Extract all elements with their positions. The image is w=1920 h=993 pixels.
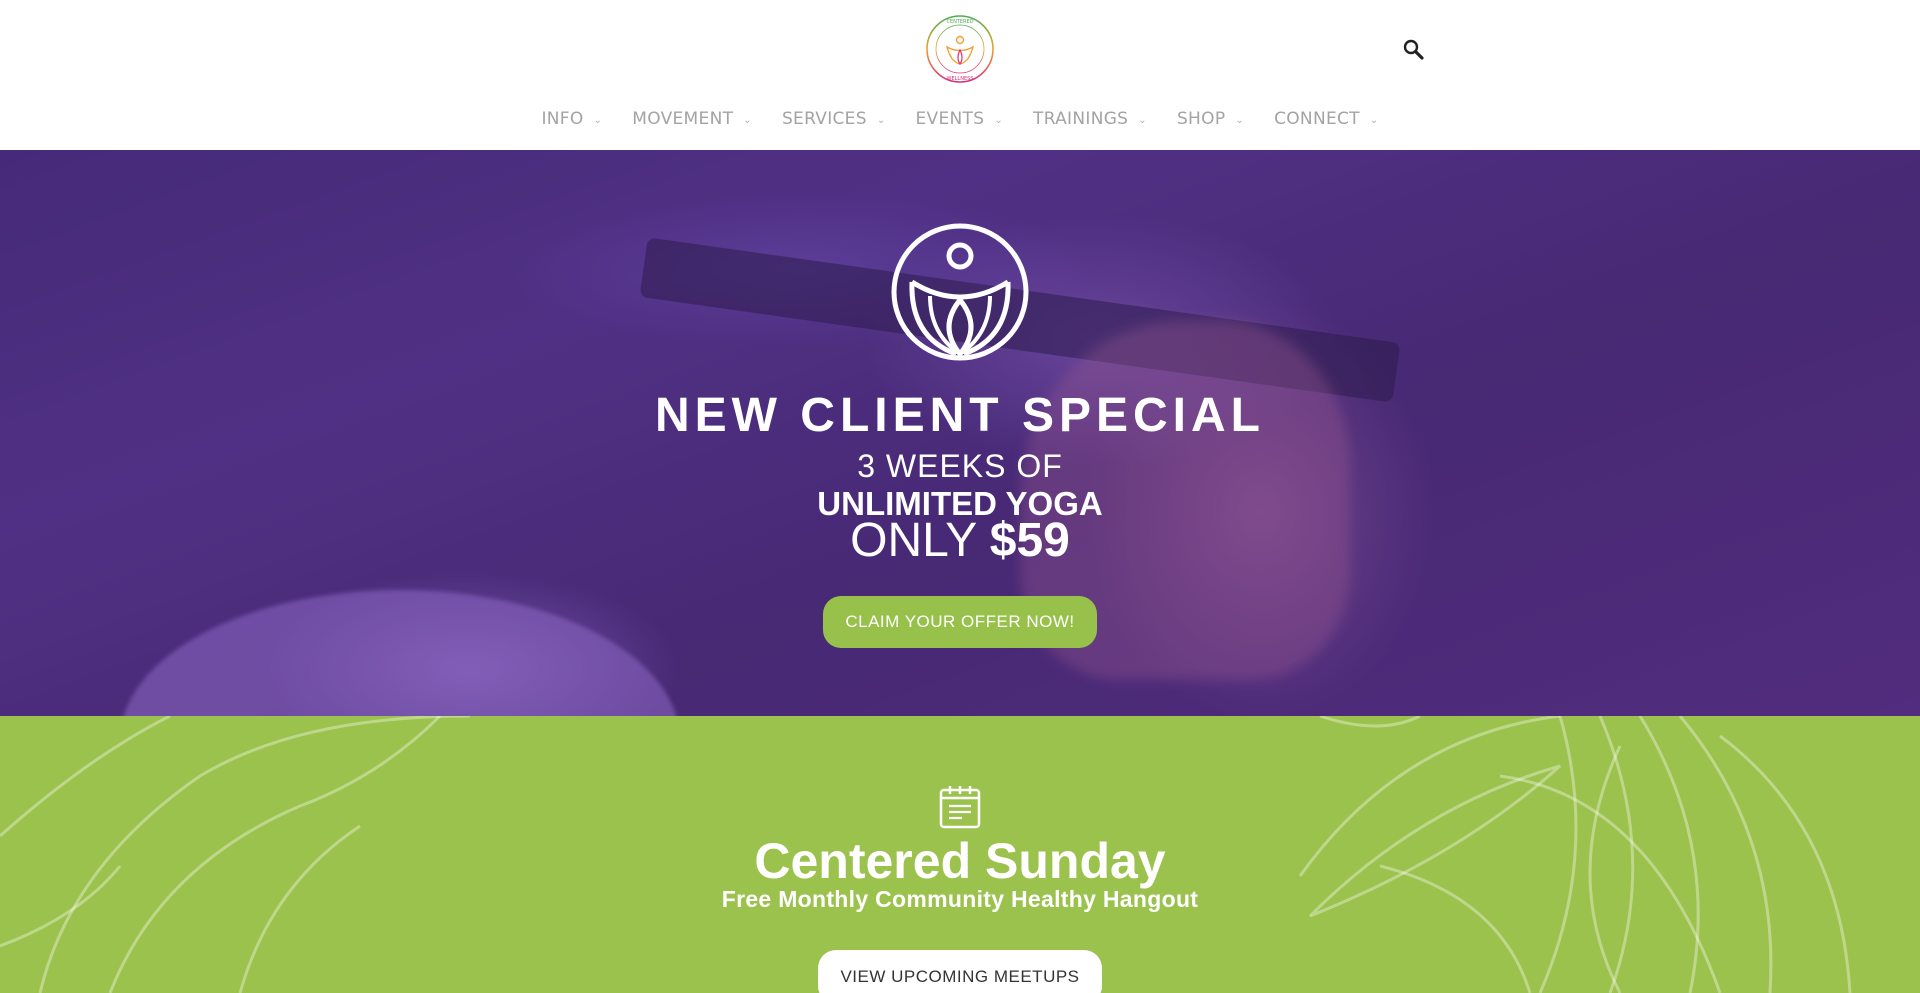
nav-item-label: SERVICES xyxy=(781,109,867,129)
chevron-down-icon: ⌄ xyxy=(1235,114,1245,126)
community-title: Centered Sunday xyxy=(754,833,1166,889)
claim-offer-button[interactable]: CLAIM YOUR OFFER NOW! xyxy=(823,596,1097,648)
chevron-down-icon: ⌄ xyxy=(1138,114,1147,126)
nav-item-events[interactable]: EVENTS ⌄ xyxy=(916,109,1004,129)
main-nav: INFO ⌄ MOVEMENT ⌄ SERVICES ⌄ EVENTS ⌄ TR… xyxy=(0,106,1920,132)
hero-price-line: ONLY $59 xyxy=(0,514,1920,568)
chevron-down-icon: ⌄ xyxy=(593,114,603,126)
nav-item-label: MOVEMENT xyxy=(632,109,734,129)
view-meetups-button[interactable]: VIEW UPCOMING MEETUPS xyxy=(818,950,1102,993)
nav-item-info[interactable]: INFO ⌄ xyxy=(541,109,602,129)
nav-item-label: SHOP xyxy=(1176,109,1226,129)
lotus-person-icon xyxy=(891,223,1029,361)
nav-item-label: TRAININGS xyxy=(1033,109,1129,129)
nav-item-label: INFO xyxy=(541,109,584,129)
nav-item-trainings[interactable]: TRAININGS ⌄ xyxy=(1033,109,1147,129)
nav-item-services[interactable]: SERVICES ⌄ xyxy=(782,109,886,129)
calendar-icon xyxy=(939,786,981,829)
svg-text:CENTERED: CENTERED xyxy=(946,19,973,25)
centered-wellness-logo[interactable]: CENTERED WELLNESS xyxy=(925,14,995,84)
nav-item-shop[interactable]: SHOP ⌄ xyxy=(1177,109,1244,129)
svg-text:WELLNESS: WELLNESS xyxy=(947,76,974,82)
hero-price-prefix: ONLY xyxy=(850,514,990,567)
search-icon[interactable] xyxy=(1402,38,1426,62)
hero-title: NEW CLIENT SPECIAL xyxy=(654,389,1265,442)
nav-item-label: CONNECT xyxy=(1274,109,1360,129)
chevron-down-icon: ⌄ xyxy=(1369,114,1379,126)
nav-item-label: EVENTS xyxy=(915,109,985,129)
hero-price: $59 xyxy=(989,514,1070,567)
chevron-down-icon: ⌄ xyxy=(994,114,1004,126)
site-header: CENTERED WELLNESS INFO ⌄ MOVEMENT ⌄ SERV… xyxy=(0,0,1920,150)
hero-subtitle-weeks: 3 WEEKS OF xyxy=(857,448,1063,484)
chevron-down-icon: ⌄ xyxy=(876,114,886,126)
hero-banner: NEW CLIENT SPECIAL 3 WEEKS OF UNLIMITED … xyxy=(0,150,1920,716)
chevron-down-icon: ⌄ xyxy=(743,114,752,126)
nav-item-connect[interactable]: CONNECT ⌄ xyxy=(1274,109,1378,129)
nav-item-movement[interactable]: MOVEMENT ⌄ xyxy=(632,109,752,129)
community-section: Centered Sunday Free Monthly Community H… xyxy=(0,716,1920,993)
community-subtitle: Free Monthly Community Healthy Hangout xyxy=(721,886,1199,912)
